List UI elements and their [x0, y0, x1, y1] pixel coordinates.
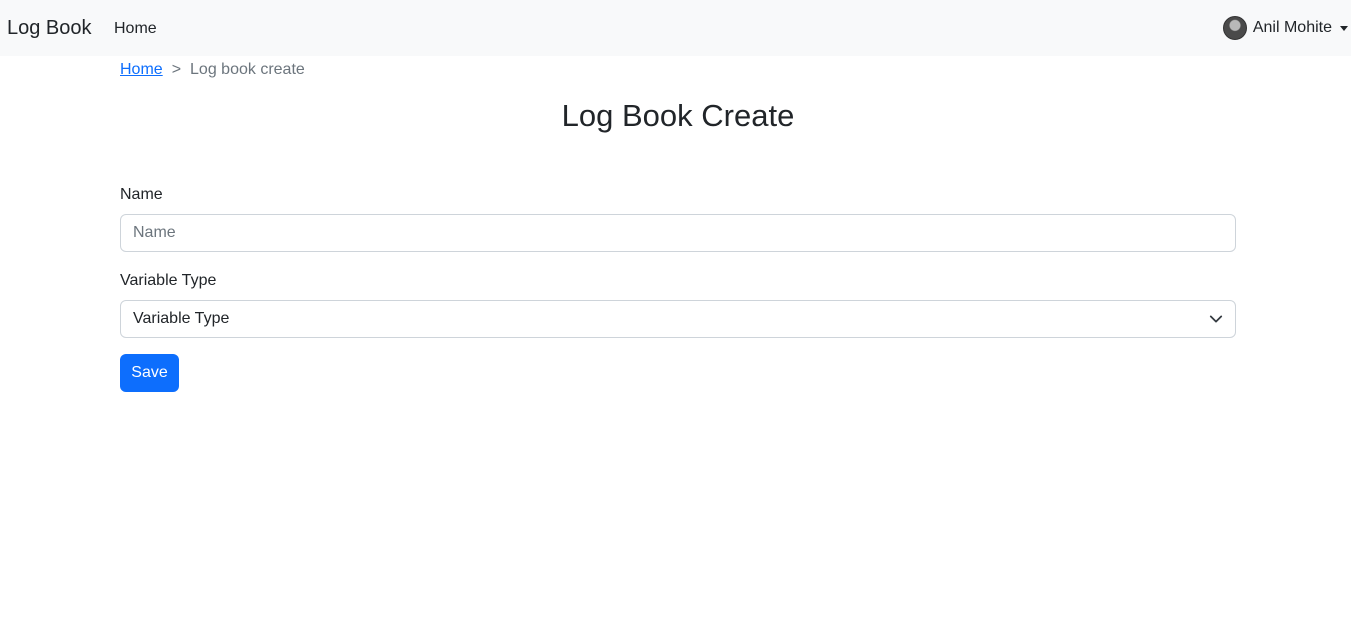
nav-link-home[interactable]: Home	[114, 19, 157, 39]
page-title: Log Book Create	[561, 98, 795, 133]
user-avatar-icon	[1222, 16, 1247, 40]
chevron-down-icon	[1209, 315, 1223, 323]
caret-down-icon	[1340, 25, 1348, 31]
name-input[interactable]	[120, 214, 1236, 252]
name-label: Name	[120, 186, 163, 203]
variable-type-selected: Variable Type	[133, 310, 230, 327]
variable-type-select[interactable]: Variable Type	[120, 300, 1236, 338]
breadcrumb-separator: >	[171, 61, 182, 78]
breadcrumb: Home > Log book create	[120, 60, 305, 80]
breadcrumb-current: Log book create	[190, 61, 305, 78]
top-navbar: Log Book Home Anil Mohite	[0, 0, 1351, 56]
save-button[interactable]: Save	[120, 354, 179, 392]
variable-type-label: Variable Type	[120, 272, 217, 289]
breadcrumb-home-link[interactable]: Home	[120, 60, 163, 80]
user-name: Anil Mohite	[1252, 19, 1332, 36]
user-menu-toggle[interactable]: Anil Mohite	[1222, 15, 1348, 41]
navbar-brand[interactable]: Log Book	[7, 16, 92, 40]
